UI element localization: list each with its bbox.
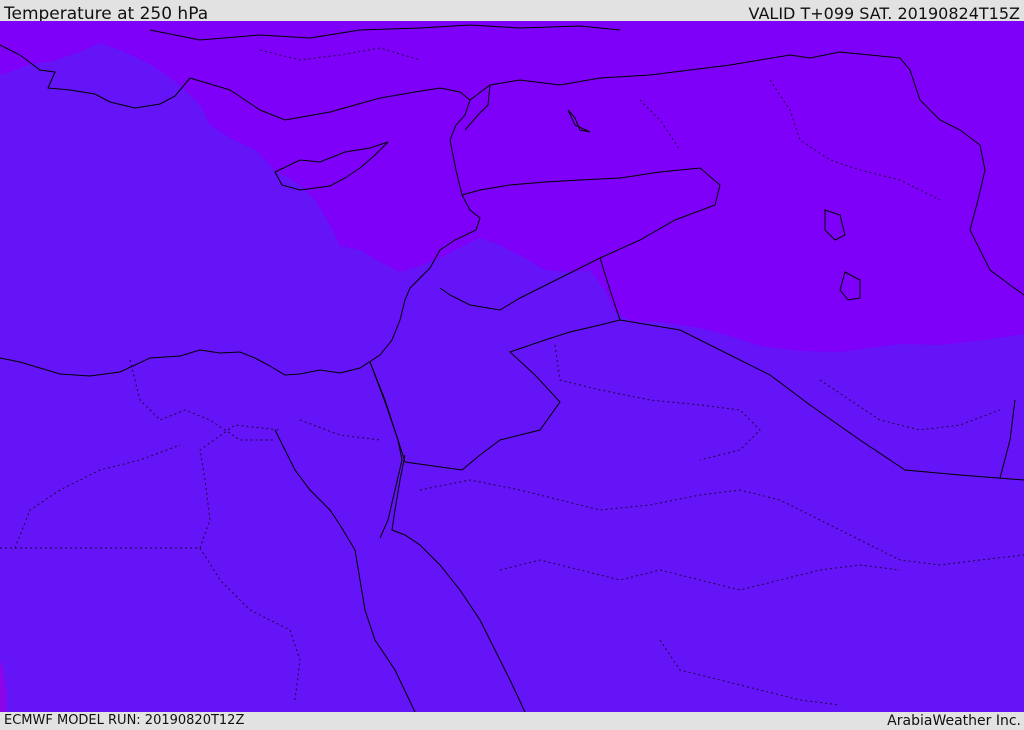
- header-bar: Temperature at 250 hPa VALID T+099 SAT. …: [0, 0, 1024, 24]
- weather-map: [0, 21, 1024, 712]
- credit-label: ArabiaWeather Inc.: [887, 713, 1021, 729]
- footer-bar: ECMWF MODEL RUN: 20190820T12Z ArabiaWeat…: [0, 712, 1024, 729]
- model-run-label: ECMWF MODEL RUN: 20190820T12Z: [4, 713, 245, 728]
